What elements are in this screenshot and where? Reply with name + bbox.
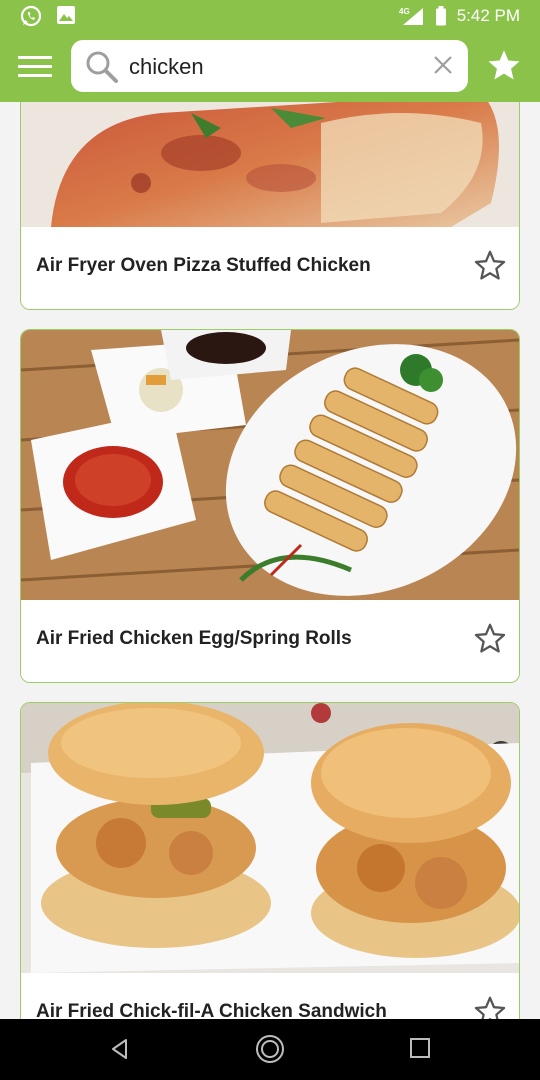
- system-nav-bar: [0, 1019, 540, 1080]
- network-type: 4G: [399, 7, 410, 16]
- back-icon[interactable]: [108, 1037, 132, 1061]
- favorites-star-icon[interactable]: [486, 48, 522, 84]
- favorite-star-icon[interactable]: [473, 249, 507, 283]
- search-icon: [86, 51, 118, 83]
- menu-button[interactable]: [18, 56, 52, 78]
- status-time: 5:42 PM: [456, 6, 520, 25]
- recipe-title: Air Fried Chicken Egg/Spring Rolls: [36, 628, 352, 649]
- app-bar: [0, 32, 540, 102]
- recipe-title: Air Fried Chick-fil-A Chicken Sandwich: [36, 1001, 387, 1019]
- battery-icon: [435, 6, 446, 26]
- clear-icon[interactable]: [432, 54, 454, 76]
- recipe-photo: [21, 703, 519, 973]
- search-box[interactable]: [71, 40, 468, 92]
- signal-icon: 4G: [399, 7, 423, 25]
- recipe-card[interactable]: Air Fried Chick-fil-A Chicken Sandwich: [20, 702, 520, 1019]
- whatsapp-icon: [20, 5, 42, 27]
- recipe-photo: [21, 102, 519, 227]
- recipe-card[interactable]: Air Fryer Oven Pizza Stuffed Chicken: [20, 102, 520, 310]
- menu-icon-line: [18, 74, 52, 77]
- home-icon[interactable]: [255, 1034, 285, 1064]
- favorite-star-icon[interactable]: [473, 995, 507, 1019]
- menu-icon-line: [18, 65, 52, 68]
- status-bar: 4G 5:42 PM: [0, 0, 540, 32]
- recipe-caption: Air Fryer Oven Pizza Stuffed Chicken: [21, 227, 519, 309]
- favorite-star-icon[interactable]: [473, 622, 507, 656]
- recipe-title: Air Fryer Oven Pizza Stuffed Chicken: [36, 255, 371, 276]
- recipe-photo: [21, 330, 519, 600]
- menu-icon: [18, 56, 52, 59]
- recipe-caption: Air Fried Chick-fil-A Chicken Sandwich: [21, 973, 519, 1019]
- recipe-caption: Air Fried Chicken Egg/Spring Rolls: [21, 600, 519, 682]
- image-icon: [57, 6, 75, 24]
- recipe-list[interactable]: Air Fryer Oven Pizza Stuffed Chicken Air…: [0, 102, 540, 1019]
- recipe-card[interactable]: Air Fried Chicken Egg/Spring Rolls: [20, 329, 520, 683]
- search-input[interactable]: [127, 48, 421, 86]
- recents-icon[interactable]: [409, 1037, 431, 1059]
